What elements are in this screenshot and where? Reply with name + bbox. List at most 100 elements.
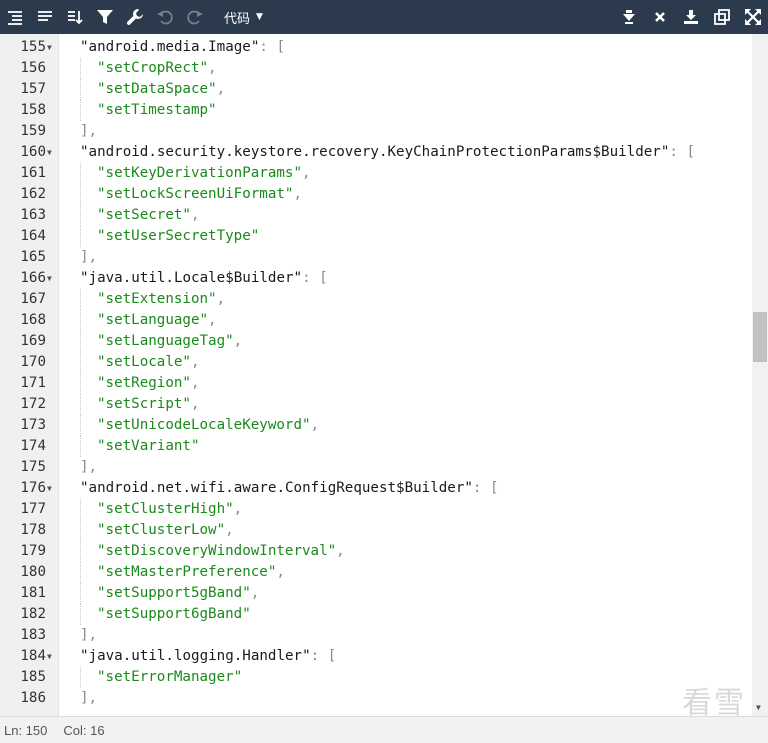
code-line: 184 ▼ "java.util.logging.Handler": [ <box>0 646 752 667</box>
json-key: "android.security.keystore.recovery.KeyC… <box>80 144 670 160</box>
line-number: 169 <box>20 333 46 349</box>
json-string: "setRegion" <box>97 375 191 391</box>
json-string: "setTimestamp" <box>97 102 217 118</box>
indent-guide <box>80 100 81 121</box>
fold-toggle-icon[interactable]: ▼ <box>47 37 52 58</box>
code-line: 173 "setUnicodeLocaleKeyword", <box>0 415 752 436</box>
code-text: "setLockScreenUiFormat", <box>97 184 302 205</box>
fold-toggle-icon[interactable]: ▼ <box>47 478 52 499</box>
undo-icon[interactable] <box>150 0 180 34</box>
arrow-down-icon[interactable] <box>613 0 644 34</box>
format-icon[interactable] <box>0 0 30 34</box>
fold-toggle-icon[interactable]: ▼ <box>47 646 52 667</box>
toolbar-right <box>613 0 768 34</box>
indent-guide <box>80 184 81 205</box>
line-number: 172 <box>20 396 46 412</box>
indent-guide <box>80 436 81 457</box>
sort-icon[interactable] <box>60 0 90 34</box>
json-punctuation: ], <box>80 249 98 265</box>
json-string: "setUserSecretType" <box>97 228 260 244</box>
code-text: ], <box>80 121 97 142</box>
fullscreen-icon[interactable] <box>737 0 768 34</box>
code-line: 164 "setUserSecretType" <box>0 226 752 247</box>
json-punctuation: , <box>233 501 243 517</box>
language-label: 代码 <box>224 11 251 27</box>
fold-toggle-icon[interactable]: ▼ <box>47 142 52 163</box>
indent-guide <box>80 499 81 520</box>
code-line: 183], <box>0 625 752 646</box>
fold-toggle-icon[interactable]: ▼ <box>47 268 52 289</box>
indent-guide <box>80 205 81 226</box>
code-line: 180 "setMasterPreference", <box>0 562 752 583</box>
json-punctuation: , <box>190 207 200 223</box>
json-string: "setLanguage" <box>97 312 209 328</box>
code-text: "setSupport5gBand", <box>97 583 259 604</box>
code-text: "android.net.wifi.aware.ConfigRequest$Bu… <box>80 478 499 499</box>
compact-icon[interactable] <box>30 0 60 34</box>
code-text: "setClusterLow", <box>97 520 234 541</box>
wrench-icon[interactable] <box>120 0 150 34</box>
json-punctuation: , <box>233 333 243 349</box>
download-icon[interactable] <box>675 0 706 34</box>
line-number: 174 <box>20 438 46 454</box>
json-punctuation: : [ <box>669 144 695 160</box>
scroll-down-icon[interactable]: ▼ <box>756 703 761 712</box>
language-dropdown[interactable]: 代码 ▼ <box>224 8 263 27</box>
line-number: 165 <box>20 249 46 265</box>
json-punctuation: , <box>250 585 260 601</box>
code-line: 179 "setDiscoveryWindowInterval", <box>0 541 752 562</box>
close-icon[interactable] <box>644 0 675 34</box>
json-string: "setLockScreenUiFormat" <box>97 186 294 202</box>
json-punctuation: ], <box>80 123 98 139</box>
code-line: 162 "setLockScreenUiFormat", <box>0 184 752 205</box>
json-string: "setDiscoveryWindowInterval" <box>97 543 337 559</box>
line-number: 175 <box>20 459 46 475</box>
line-number: 171 <box>20 375 46 391</box>
indent-guide <box>80 541 81 562</box>
line-number: 186 <box>20 690 46 706</box>
json-string: "setClusterHigh" <box>97 501 234 517</box>
indent-guide <box>80 415 81 436</box>
indent-guide <box>80 394 81 415</box>
code-text: ], <box>80 625 97 646</box>
line-number: 163 <box>20 207 46 223</box>
code-line: 177 "setClusterHigh", <box>0 499 752 520</box>
code-line: 166 ▼ "java.util.Locale$Builder": [ <box>0 268 752 289</box>
code-line: 171 "setRegion", <box>0 373 752 394</box>
line-number: 176 <box>20 480 46 496</box>
json-string: "setErrorManager" <box>97 669 243 685</box>
line-number: 184 <box>20 648 46 664</box>
copy-icon[interactable] <box>706 0 737 34</box>
json-punctuation: ], <box>80 459 98 475</box>
json-punctuation: , <box>208 60 217 76</box>
json-string: "setVariant" <box>97 438 200 454</box>
code-line: 174 "setVariant" <box>0 436 752 457</box>
code-line: 176 ▼ "android.net.wifi.aware.ConfigReques… <box>0 478 752 499</box>
indent-guide <box>80 289 81 310</box>
json-punctuation: : [ <box>302 270 328 286</box>
code-line: 156 "setCropRect", <box>0 58 752 79</box>
vertical-scrollbar[interactable]: ▼ <box>752 34 768 716</box>
code-line: 161 "setKeyDerivationParams", <box>0 163 752 184</box>
line-number: 180 <box>20 564 46 580</box>
json-punctuation: , <box>216 291 226 307</box>
line-number: 183 <box>20 627 46 643</box>
json-punctuation: , <box>276 564 285 580</box>
code-text: "setRegion", <box>97 373 200 394</box>
code-line: 160 ▼ "android.security.keystore.recovery.… <box>0 142 752 163</box>
scrollbar-thumb[interactable] <box>753 312 767 362</box>
redo-icon[interactable] <box>180 0 210 34</box>
code-line: 169 "setLanguageTag", <box>0 331 752 352</box>
line-number: 156 <box>20 60 46 76</box>
line-number: 166 <box>20 270 46 286</box>
line-number: 185 <box>20 669 46 685</box>
json-string: "setSecret" <box>97 207 191 223</box>
json-string: "setLocale" <box>97 354 191 370</box>
json-string: "setCropRect" <box>97 60 209 76</box>
code-text: "setSecret", <box>97 205 200 226</box>
code-editor[interactable]: 155 ▼ "android.media.Image": [156 "setCropR… <box>0 34 768 716</box>
json-punctuation: : [ <box>472 480 499 496</box>
code-text: "android.media.Image": [ <box>80 37 285 58</box>
filter-icon[interactable] <box>90 0 120 34</box>
code-text: "setDiscoveryWindowInterval", <box>97 541 345 562</box>
